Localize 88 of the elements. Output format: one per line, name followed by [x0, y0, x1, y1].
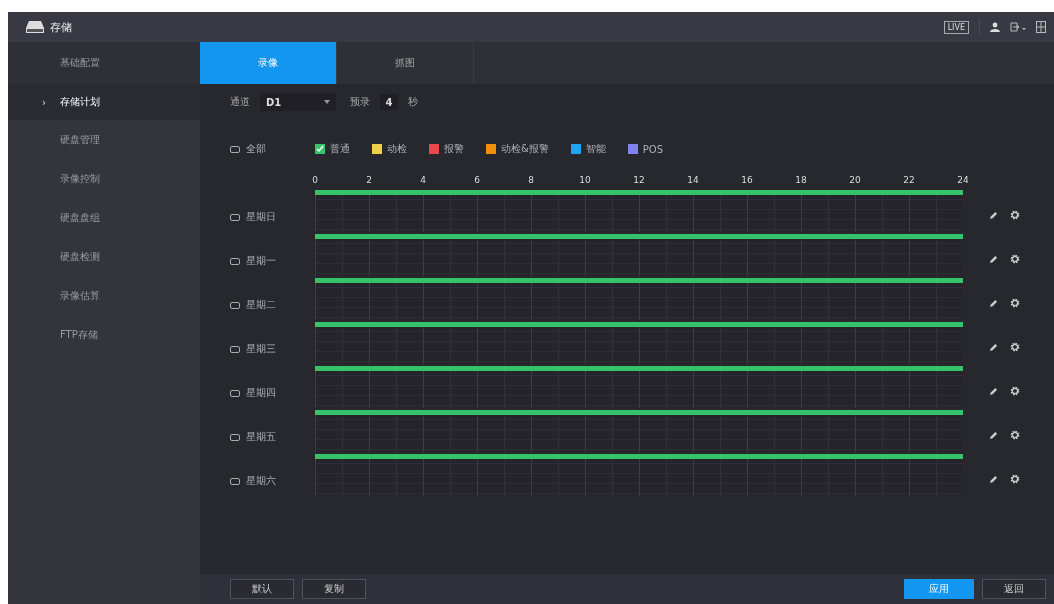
hour-label: 22: [902, 175, 916, 185]
checkbox[interactable]: [230, 301, 240, 309]
hour-label: 14: [686, 175, 700, 185]
pencil-icon[interactable]: [989, 474, 998, 484]
schedule-track[interactable]: [315, 234, 963, 276]
hour-label: 24: [956, 175, 970, 185]
schedule-track[interactable]: [315, 190, 963, 232]
sidebar-item[interactable]: 硬盘盘组: [8, 198, 200, 237]
caret-icon: [324, 100, 330, 104]
checkbox[interactable]: [230, 257, 240, 265]
footer-button[interactable]: 默认: [230, 579, 294, 599]
day-label: 星期一: [246, 254, 276, 268]
prerecord-label: 预录: [350, 95, 370, 109]
tab[interactable]: 录像: [200, 42, 337, 84]
pencil-icon[interactable]: [989, 254, 998, 264]
tab[interactable]: 抓图: [337, 42, 474, 84]
sidebar-item[interactable]: 硬盘管理: [8, 120, 200, 159]
legend-label: 动检: [387, 142, 407, 156]
hour-label: 20: [848, 175, 862, 185]
hard-drive-icon: [26, 21, 44, 33]
sidebar-item[interactable]: 录像控制: [8, 159, 200, 198]
schedule-track[interactable]: [315, 410, 963, 452]
hour-label: 18: [794, 175, 808, 185]
hour-label: 8: [527, 175, 535, 185]
schedule-track[interactable]: [315, 366, 963, 408]
hour-label: 12: [632, 175, 646, 185]
settings-icon[interactable]: [1010, 298, 1020, 308]
legend-swatch[interactable]: [570, 144, 581, 154]
legend-label: POS: [642, 143, 664, 155]
user-icon[interactable]: [990, 22, 1000, 32]
pencil-icon[interactable]: [989, 386, 998, 396]
sidebar-item[interactable]: FTP存储: [8, 315, 200, 354]
legend-swatch[interactable]: [627, 144, 638, 154]
legend-label: 普通: [330, 142, 350, 156]
footer-button[interactable]: 复制: [302, 579, 366, 599]
schedule-track[interactable]: [315, 278, 963, 320]
sidebar-item[interactable]: › 存储计划: [8, 84, 200, 120]
settings-icon[interactable]: [1010, 430, 1020, 440]
hour-label: 0: [311, 175, 319, 185]
day-label: 星期二: [246, 298, 276, 312]
sidebar-item[interactable]: 硬盘检测: [8, 237, 200, 276]
channel-label: 通道: [230, 95, 250, 109]
window-title: 存储: [50, 19, 72, 35]
footer-button[interactable]: 应用: [904, 579, 974, 599]
pencil-icon[interactable]: [989, 298, 998, 308]
pencil-icon[interactable]: [989, 342, 998, 352]
footer-button[interactable]: 返回: [982, 579, 1046, 599]
legend-swatch[interactable]: [372, 144, 382, 154]
day-label: 星期四: [246, 386, 276, 400]
checkbox[interactable]: [230, 477, 240, 485]
pencil-icon[interactable]: [989, 210, 998, 220]
settings-icon[interactable]: [1010, 386, 1020, 396]
checkbox[interactable]: [230, 145, 240, 153]
channel-select[interactable]: D1: [260, 93, 336, 111]
select-all-label: 全部: [246, 142, 266, 156]
legend-label: 智能: [585, 142, 606, 156]
checkbox[interactable]: [230, 433, 240, 441]
checkbox[interactable]: [230, 213, 240, 221]
checkbox[interactable]: [230, 345, 240, 353]
schedule-track[interactable]: [315, 322, 963, 364]
sidebar-item[interactable]: 录像估算: [8, 276, 200, 315]
menu-icon[interactable]: [1036, 21, 1046, 33]
live-button[interactable]: LIVE: [943, 20, 969, 34]
day-label: 星期三: [246, 342, 276, 356]
hour-label: 2: [365, 175, 373, 185]
hour-label: 16: [740, 175, 754, 185]
day-label: 星期五: [246, 430, 276, 444]
day-label: 星期日: [246, 210, 276, 224]
settings-icon[interactable]: [1010, 474, 1020, 484]
legend-swatch[interactable]: [315, 144, 325, 154]
legend-label: 动检&报警: [501, 142, 549, 156]
hour-label: 10: [578, 175, 592, 185]
legend-label: 报警: [444, 142, 464, 156]
prerecord-field[interactable]: 4: [380, 94, 398, 110]
settings-icon[interactable]: [1010, 210, 1020, 220]
logout-icon[interactable]: [1010, 22, 1026, 32]
legend-swatch[interactable]: [429, 144, 439, 154]
sidebar-item[interactable]: 基础配置: [8, 42, 200, 84]
legend-swatch[interactable]: [486, 144, 496, 154]
settings-icon[interactable]: [1010, 342, 1020, 352]
settings-icon[interactable]: [1010, 254, 1020, 264]
hour-label: 6: [473, 175, 481, 185]
schedule-track[interactable]: [315, 454, 963, 496]
unit-label: 秒: [408, 95, 418, 109]
hour-label: 4: [419, 175, 427, 185]
pencil-icon[interactable]: [989, 430, 998, 440]
day-label: 星期六: [246, 474, 276, 488]
checkbox[interactable]: [230, 389, 240, 397]
